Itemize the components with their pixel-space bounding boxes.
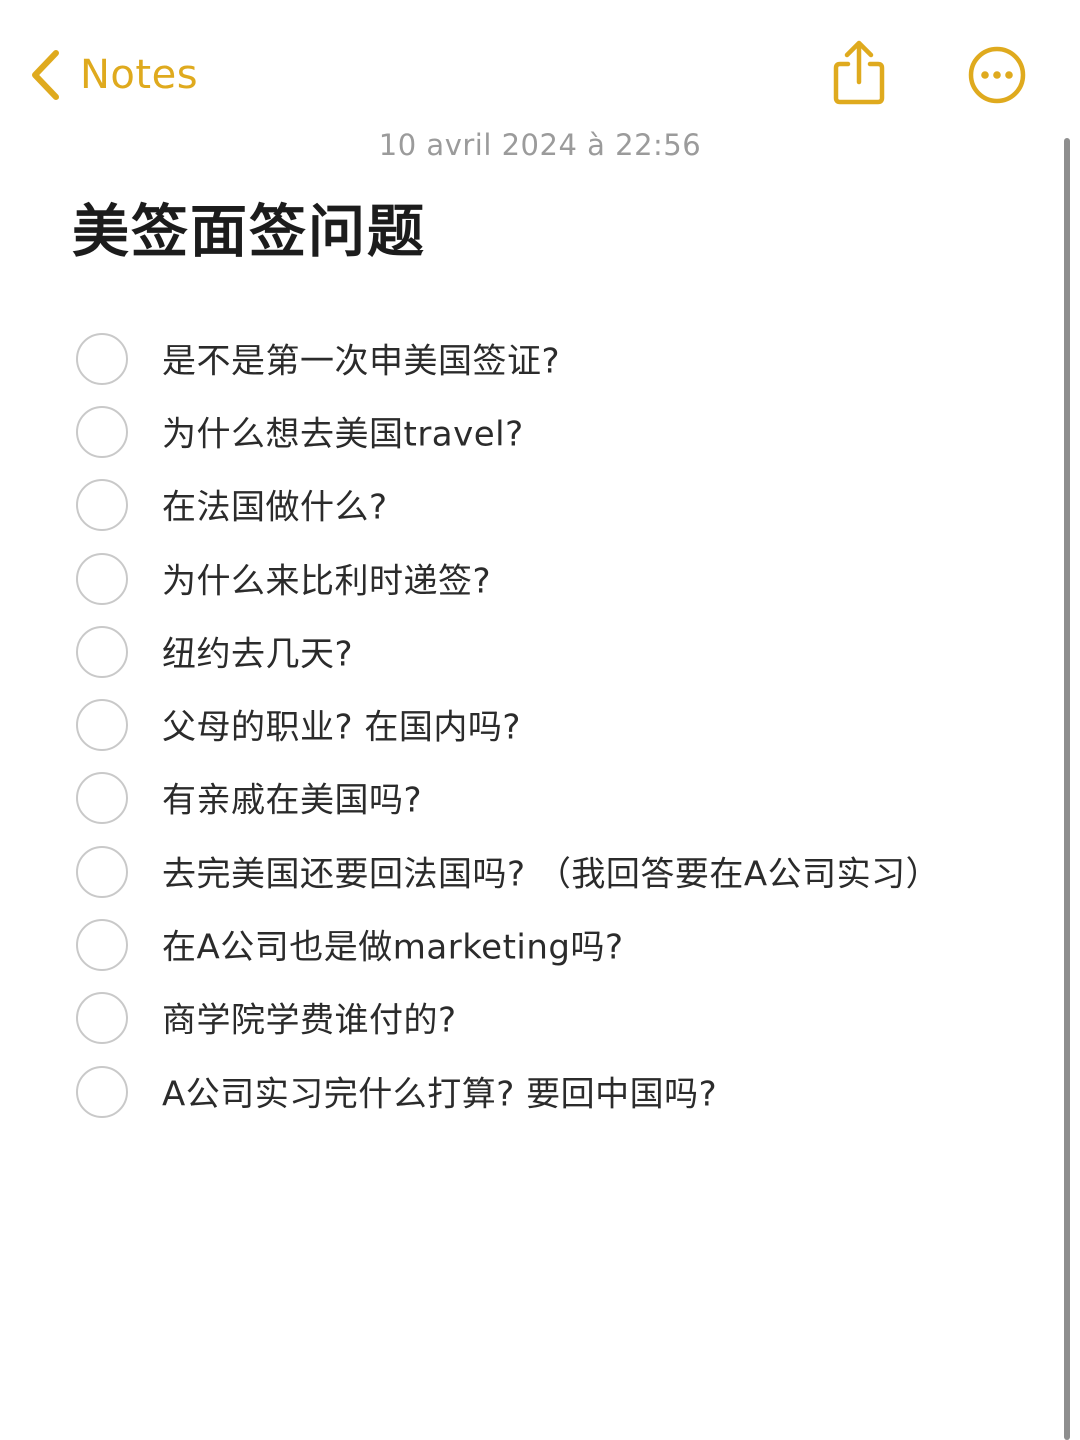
- notes-screen: Notes 10 avril 2024 à 22:56 美签面签问题 是不是第一…: [0, 0, 1080, 1440]
- checkbox-circle[interactable]: [76, 992, 128, 1045]
- checklist-item-text[interactable]: 是不是第一次申美国签证?: [162, 333, 560, 382]
- back-button[interactable]: Notes: [30, 44, 198, 106]
- ellipsis-circle-icon: [966, 46, 1028, 110]
- chevron-left-icon: [30, 49, 60, 101]
- share-icon: [828, 40, 890, 112]
- checkbox-circle[interactable]: [76, 625, 128, 678]
- checklist-item: A公司实习完什么打算? 要回中国吗?: [0, 1055, 1060, 1128]
- checklist-item-text[interactable]: 在A公司也是做marketing吗?: [162, 920, 624, 969]
- checkbox-circle[interactable]: [76, 845, 128, 898]
- checklist-item: 纽约去几天?: [0, 615, 1060, 688]
- checkbox-circle[interactable]: [76, 699, 128, 752]
- checklist-item: 是不是第一次申美国签证?: [0, 322, 1060, 395]
- note-title[interactable]: 美签面签问题: [72, 186, 426, 268]
- checklist-item-text[interactable]: 纽约去几天?: [162, 626, 353, 675]
- checklist-item: 为什么想去美国travel?: [0, 395, 1060, 468]
- checklist-item: 在A公司也是做marketing吗?: [0, 908, 1060, 981]
- vertical-scrollbar[interactable]: [1064, 138, 1070, 1440]
- checkbox-circle[interactable]: [76, 552, 128, 605]
- navigation-bar: Notes: [0, 0, 1080, 130]
- checklist-item-text[interactable]: 有亲戚在美国吗?: [162, 773, 422, 822]
- checklist-item-text[interactable]: 父母的职业? 在国内吗?: [162, 700, 521, 749]
- checklist-item-text[interactable]: A公司实习完什么打算? 要回中国吗?: [162, 1066, 717, 1115]
- checkbox-circle[interactable]: [76, 405, 128, 458]
- checklist-item: 父母的职业? 在国内吗?: [0, 688, 1060, 761]
- share-button[interactable]: [828, 38, 890, 108]
- checklist-item: 为什么来比利时递签?: [0, 542, 1060, 615]
- checkbox-circle[interactable]: [76, 919, 128, 972]
- checklist-item: 有亲戚在美国吗?: [0, 762, 1060, 835]
- checklist-item: 去完美国还要回法国吗? （我回答要在A公司实习）: [0, 835, 1060, 908]
- checkbox-circle[interactable]: [76, 332, 128, 385]
- checklist-item: 商学院学费谁付的?: [0, 982, 1060, 1055]
- more-button[interactable]: [966, 44, 1028, 106]
- checklist-item-text[interactable]: 为什么来比利时递签?: [162, 553, 491, 602]
- checklist-item-text[interactable]: 为什么想去美国travel?: [162, 406, 524, 455]
- checklist: 是不是第一次申美国签证? 为什么想去美国travel? 在法国做什么? 为什么来…: [0, 322, 1060, 1128]
- checklist-item-text[interactable]: 商学院学费谁付的?: [162, 993, 457, 1042]
- back-label: Notes: [80, 52, 199, 98]
- checkbox-circle[interactable]: [76, 1065, 128, 1118]
- note-timestamp: 10 avril 2024 à 22:56: [378, 128, 702, 162]
- checklist-item-text[interactable]: 去完美国还要回法国吗? （我回答要在A公司实习）: [162, 846, 940, 895]
- checklist-item: 在法国做什么?: [0, 469, 1060, 542]
- checkbox-circle[interactable]: [76, 479, 128, 532]
- checklist-item-text[interactable]: 在法国做什么?: [162, 480, 388, 529]
- checkbox-circle[interactable]: [76, 772, 128, 825]
